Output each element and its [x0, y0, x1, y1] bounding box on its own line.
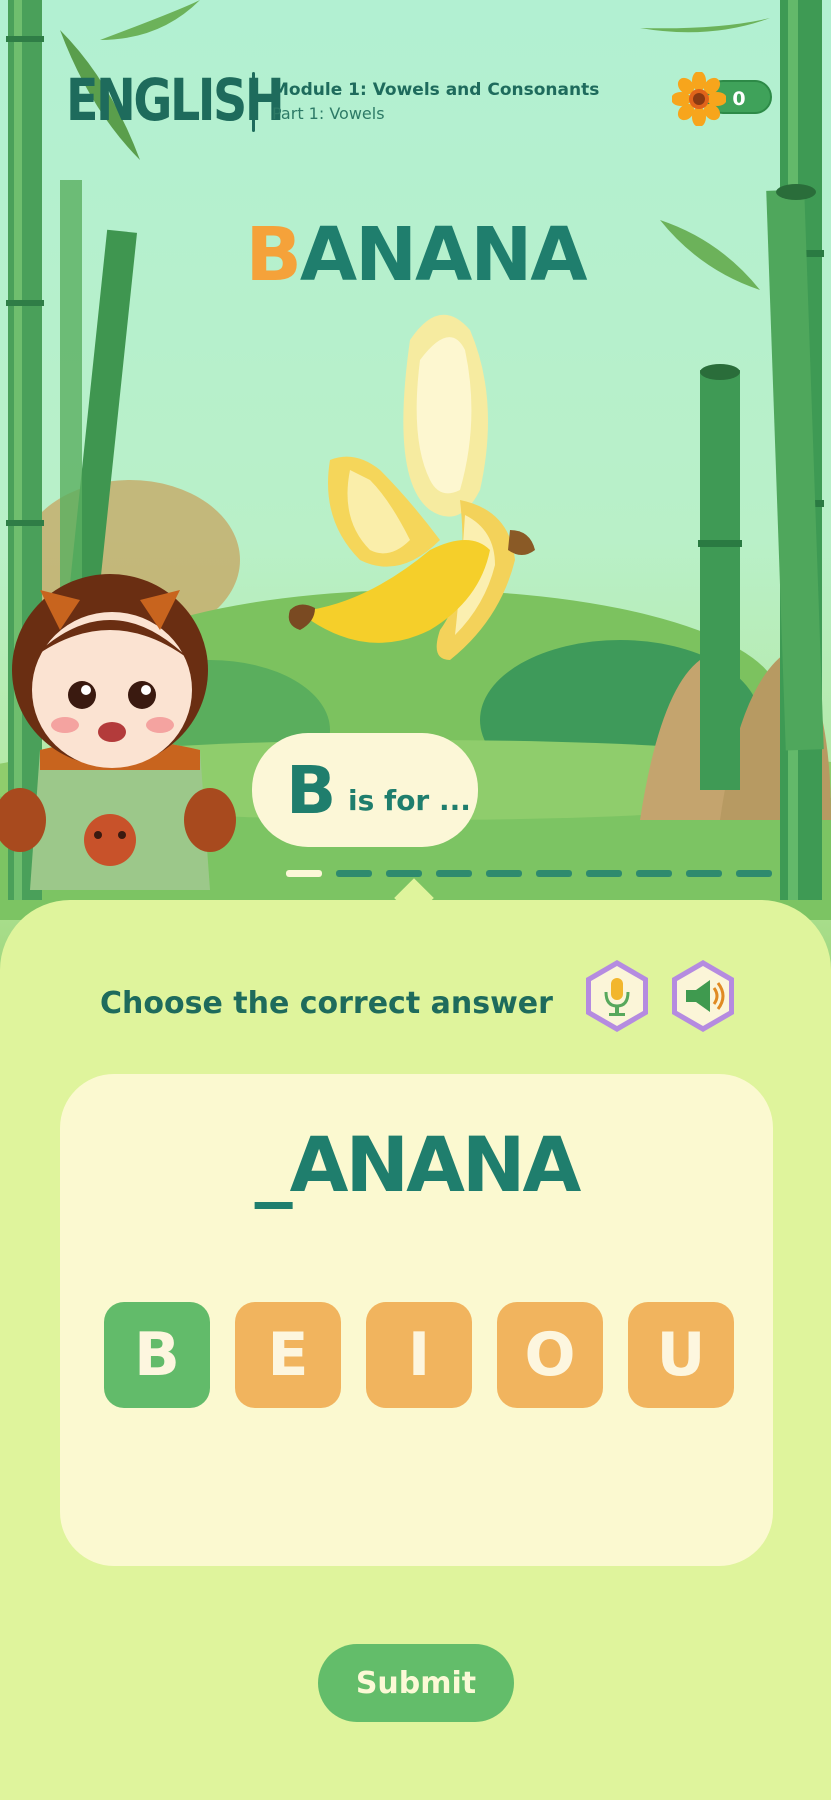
lesson-word-first-letter: B: [245, 212, 301, 298]
option-tile-e[interactable]: E: [235, 1302, 341, 1408]
sun-flower-icon: [672, 72, 726, 126]
option-tile-i[interactable]: I: [366, 1302, 472, 1408]
module-title: Module 1: Vowels and Consonants: [272, 80, 600, 100]
option-tile-o[interactable]: O: [497, 1302, 603, 1408]
character-illustration: [0, 574, 236, 890]
option-tile-u[interactable]: U: [628, 1302, 734, 1408]
banana-illustration: [288, 314, 535, 660]
speaker-button[interactable]: [668, 958, 738, 1034]
quiz-prompt: Choose the correct answer: [100, 986, 553, 1021]
microphone-button[interactable]: [582, 958, 652, 1034]
subject-title: ENGLISH: [66, 66, 285, 134]
option-tile-b[interactable]: B: [104, 1302, 210, 1408]
submit-button[interactable]: Submit: [318, 1644, 514, 1722]
bubble-text: is for ...: [348, 784, 471, 817]
header-divider: [252, 72, 255, 132]
lesson-word-rest: ANANA: [299, 212, 588, 298]
module-part: Part 1: Vowels: [272, 104, 385, 123]
bubble-letter: B: [286, 752, 337, 829]
blank-word: _ANANA: [254, 1120, 582, 1209]
lesson-word: BANANA: [0, 212, 831, 298]
